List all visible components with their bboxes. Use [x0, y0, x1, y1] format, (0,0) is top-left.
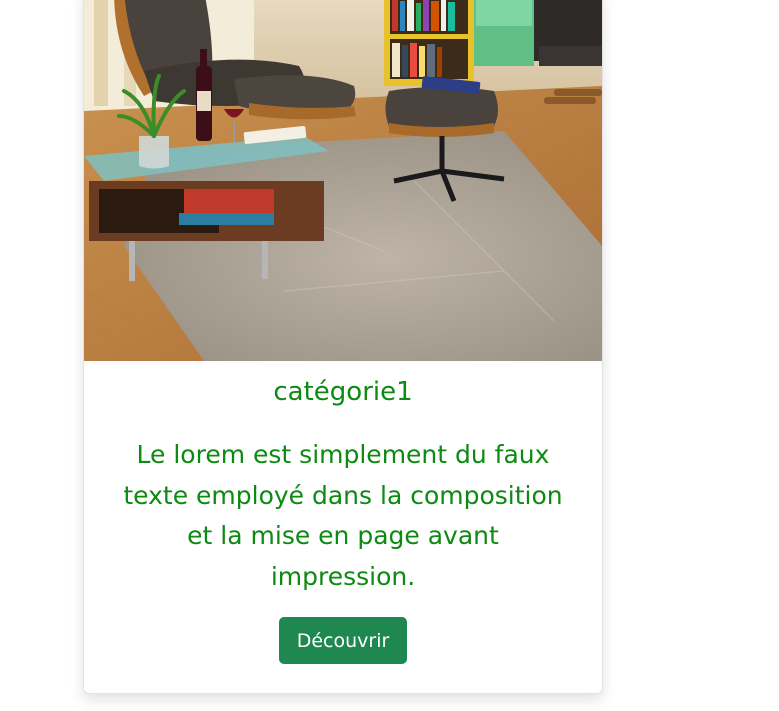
discover-button[interactable]: Découvrir [279, 617, 407, 664]
card-body: catégorie1 Le lorem est simplement du fa… [84, 361, 602, 693]
category-description: Le lorem est simplement du faux texte em… [123, 440, 563, 591]
living-room-image [84, 0, 602, 361]
category-card: catégorie1 Le lorem est simplement du fa… [83, 0, 603, 694]
category-title: catégorie1 [273, 377, 413, 407]
